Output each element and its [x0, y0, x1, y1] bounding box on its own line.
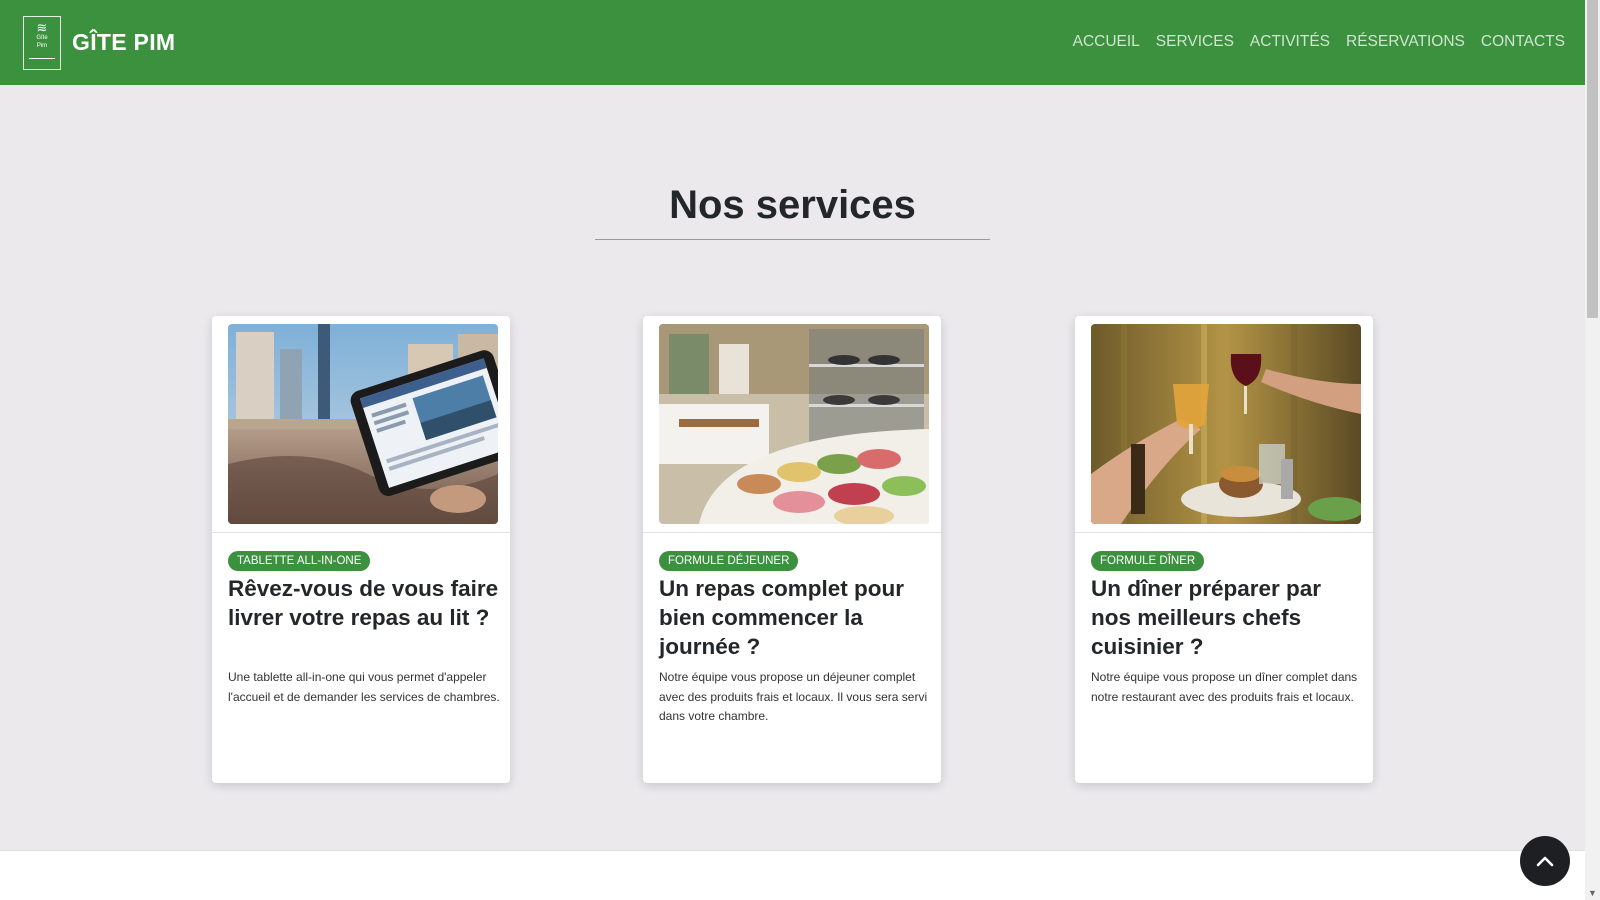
service-badge: FORMULE DÉJEUNER — [659, 551, 799, 571]
next-section — [0, 850, 1585, 900]
service-badge: FORMULE DÎNER — [1091, 551, 1205, 571]
back-to-top-button[interactable] — [1520, 836, 1570, 886]
nav-accueil[interactable]: ACCUEIL — [1073, 33, 1140, 51]
card-divider — [643, 532, 941, 533]
nav-reservations[interactable]: RÉSERVATIONS — [1346, 33, 1465, 51]
nav-activites[interactable]: ACTIVITÉS — [1250, 33, 1330, 51]
top-navbar: ≋ Gîte Pim GÎTE PIM ACCUEIL SERVICES ACT… — [0, 0, 1585, 85]
card-divider — [1075, 532, 1373, 533]
nav-contacts[interactable]: CONTACTS — [1481, 33, 1565, 51]
section-title: Nos services — [669, 183, 916, 227]
scroll-down-arrow-icon[interactable]: ▼ — [1588, 888, 1597, 898]
waves-icon: ≋ — [36, 19, 48, 35]
logo-line — [29, 57, 55, 59]
nav-services[interactable]: SERVICES — [1156, 33, 1234, 51]
card-title: Rêvez-vous de vous faire livrer votre re… — [228, 576, 499, 630]
service-card: FORMULE DÉJEUNER Un repas complet pour b… — [643, 316, 941, 783]
service-badge: TABLETTE ALL-IN-ONE — [228, 551, 371, 571]
card-text: Une tablette all-in-one qui vous permet … — [228, 670, 500, 704]
logo: ≋ Gîte Pim — [23, 15, 61, 70]
service-card: FORMULE DÎNER Un dîner préparer par nos … — [1075, 316, 1373, 783]
card-text: Notre équipe vous propose un déjeuner co… — [659, 670, 928, 723]
card-image-buffet — [659, 324, 929, 524]
card-image-dinner — [1091, 324, 1361, 524]
scrollbar-thumb[interactable] — [1587, 0, 1598, 318]
service-card: TABLETTE ALL-IN-ONE Rêvez-vous de vous f… — [212, 316, 510, 783]
logo-text-2: Pim — [36, 42, 48, 49]
brand[interactable]: ≋ Gîte Pim GÎTE PIM — [23, 15, 175, 70]
vertical-scrollbar[interactable]: ▼ — [1585, 0, 1600, 900]
chevron-up-icon — [1536, 856, 1554, 867]
card-image-tablet — [228, 324, 498, 524]
card-title: Un dîner préparer par nos meilleurs chef… — [1091, 576, 1322, 659]
main-nav: ACCUEIL SERVICES ACTIVITÉS RÉSERVATIONS … — [1073, 33, 1565, 51]
card-divider — [212, 532, 510, 533]
title-underline — [595, 239, 990, 240]
logo-text-1: Gîte — [36, 34, 48, 41]
brand-name[interactable]: GÎTE PIM — [72, 29, 175, 56]
card-text: Notre équipe vous propose un dîner compl… — [1091, 670, 1358, 704]
card-title: Un repas complet pour bien commencer la … — [659, 576, 905, 659]
